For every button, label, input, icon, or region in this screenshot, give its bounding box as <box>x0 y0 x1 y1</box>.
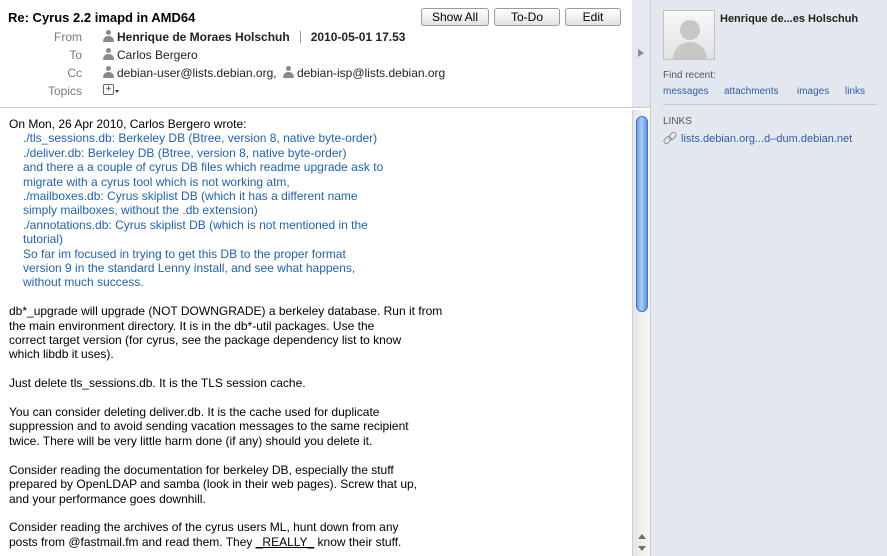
cc-row: debian-user@lists.debian.org, debian-isp… <box>103 66 445 80</box>
quote-attribution: On Mon, 26 Apr 2010, Carlos Bergero wrot… <box>9 117 247 131</box>
body-text: know their stuff. <box>314 534 402 549</box>
message-body: On Mon, 26 Apr 2010, Carlos Bergero wrot… <box>0 110 632 556</box>
quote-line: ./tls_sessions.db: Berkeley DB (Btree, v… <box>23 131 378 146</box>
find-links-link[interactable]: links <box>845 86 865 97</box>
quoted-text: ./tls_sessions.db: Berkeley DB (Btree, v… <box>0 131 632 289</box>
emphasis-text: _REALLY_ <box>255 534 315 549</box>
body-line: posts from @fastmail.fm and read them. T… <box>0 535 632 549</box>
scroll-down-icon[interactable] <box>638 546 646 551</box>
cc-label: Cc <box>67 66 82 80</box>
body-text: posts from @fastmail.fm and read them. T… <box>9 534 256 549</box>
find-images-link[interactable]: images <box>797 86 829 97</box>
sidebar-toggle[interactable] <box>632 0 650 108</box>
to-row: Carlos Bergero <box>103 48 198 62</box>
contact-sidebar: Henrique de...es Holschuh Find recent: m… <box>650 0 887 556</box>
scrollbar-thumb[interactable] <box>636 116 648 312</box>
body-line: correct target version (for cyrus, see t… <box>9 333 402 348</box>
find-recent-label: Find recent: <box>663 70 716 81</box>
show-all-button[interactable]: Show All <box>421 8 489 26</box>
to-label: To <box>69 48 82 62</box>
body-paragraph: Consider reading the archives of the cyr… <box>0 520 632 549</box>
person-icon <box>282 66 294 78</box>
find-attachments-link[interactable]: attachments <box>724 86 778 97</box>
message-date: 2010-05-01 17.53 <box>310 30 406 44</box>
add-topic-icon[interactable]: + <box>103 84 114 95</box>
body-paragraph: You can consider deleting deliver.db. It… <box>0 405 632 448</box>
quote-line: So far im focused in trying to get this … <box>23 246 346 261</box>
quote-line: without much success. <box>23 275 144 290</box>
quote-line: and there a a couple of cyrus DB files w… <box>23 160 384 175</box>
separator <box>299 31 301 43</box>
links-heading: LINKS <box>663 116 692 127</box>
link-icon <box>663 132 677 144</box>
body-paragraph: Just delete tls_sessions.db. It is the T… <box>0 376 632 390</box>
person-icon <box>103 66 114 78</box>
quote-line: simply mailboxes, without the .db extens… <box>23 203 258 218</box>
body-line: which libdb it uses). <box>9 347 114 362</box>
quote-line: ./mailboxes.db: Cyrus skiplist DB (which… <box>23 189 358 204</box>
link-item[interactable]: lists.debian.org...d–dum.debian.net <box>663 132 852 145</box>
collapse-arrow-icon[interactable] <box>638 49 644 57</box>
body-line: Consider reading the documentation for b… <box>9 462 394 477</box>
body-line: prepared by OpenLDAP and samba (look in … <box>9 477 418 492</box>
cc-recipient[interactable]: debian-isp@lists.debian.org <box>297 66 445 80</box>
message-header: Re: Cyrus 2.2 imapd in AMD64 Show All To… <box>0 0 632 108</box>
quote-line: ./annotations.db: Cyrus skiplist DB (whi… <box>23 217 368 232</box>
vertical-scrollbar[interactable] <box>632 110 650 556</box>
quote-line: ./deliver.db: Berkeley DB (Btree, versio… <box>23 145 347 160</box>
topics-label: Topics <box>47 84 82 98</box>
quote-line: migrate with a cyrus tool which is not w… <box>23 174 290 189</box>
body-line: Consider reading the archives of the cyr… <box>9 520 399 535</box>
body-line: and your performance goes downhill. <box>9 491 206 506</box>
avatar <box>663 10 715 60</box>
message-pane: Re: Cyrus 2.2 imapd in AMD64 Show All To… <box>0 0 650 556</box>
person-icon <box>103 48 114 60</box>
quote-line: version 9 in the standard Lenny install,… <box>23 261 356 276</box>
body-line: db*_upgrade will upgrade (NOT DOWNGRADE)… <box>9 304 443 319</box>
todo-button[interactable]: To-Do <box>494 8 560 26</box>
message-subject: Re: Cyrus 2.2 imapd in AMD64 <box>8 10 196 25</box>
link-url[interactable]: lists.debian.org...d–dum.debian.net <box>681 133 852 145</box>
body-paragraph: Consider reading the documentation for b… <box>0 463 632 506</box>
body-paragraph: db*_upgrade will upgrade (NOT DOWNGRADE)… <box>0 304 632 362</box>
divider <box>663 104 877 105</box>
scroll-up-icon[interactable] <box>638 534 646 539</box>
find-messages-link[interactable]: messages <box>663 86 709 97</box>
chevron-down-icon[interactable] <box>115 90 119 93</box>
to-recipient[interactable]: Carlos Bergero <box>117 48 198 62</box>
edit-button[interactable]: Edit <box>565 8 621 26</box>
body-line: twice. There will be very little harm do… <box>9 433 373 448</box>
cc-recipient[interactable]: debian-user@lists.debian.org, <box>117 66 277 80</box>
from-label: From <box>54 30 82 44</box>
body-line: You can consider deleting deliver.db. It… <box>9 405 380 420</box>
contact-name[interactable]: Henrique de...es Holschuh <box>720 13 858 25</box>
person-icon <box>103 30 114 42</box>
body-line: Just delete tls_sessions.db. It is the T… <box>9 376 306 391</box>
from-name[interactable]: Henrique de Moraes Holschuh <box>117 30 290 44</box>
quote-line: tutorial) <box>23 232 64 247</box>
body-line: suppression and to avoid sending vacatio… <box>9 419 409 434</box>
body-line: the main environment directory. It is in… <box>9 318 375 333</box>
from-row: Henrique de Moraes Holschuh 2010-05-01 17… <box>103 30 405 44</box>
